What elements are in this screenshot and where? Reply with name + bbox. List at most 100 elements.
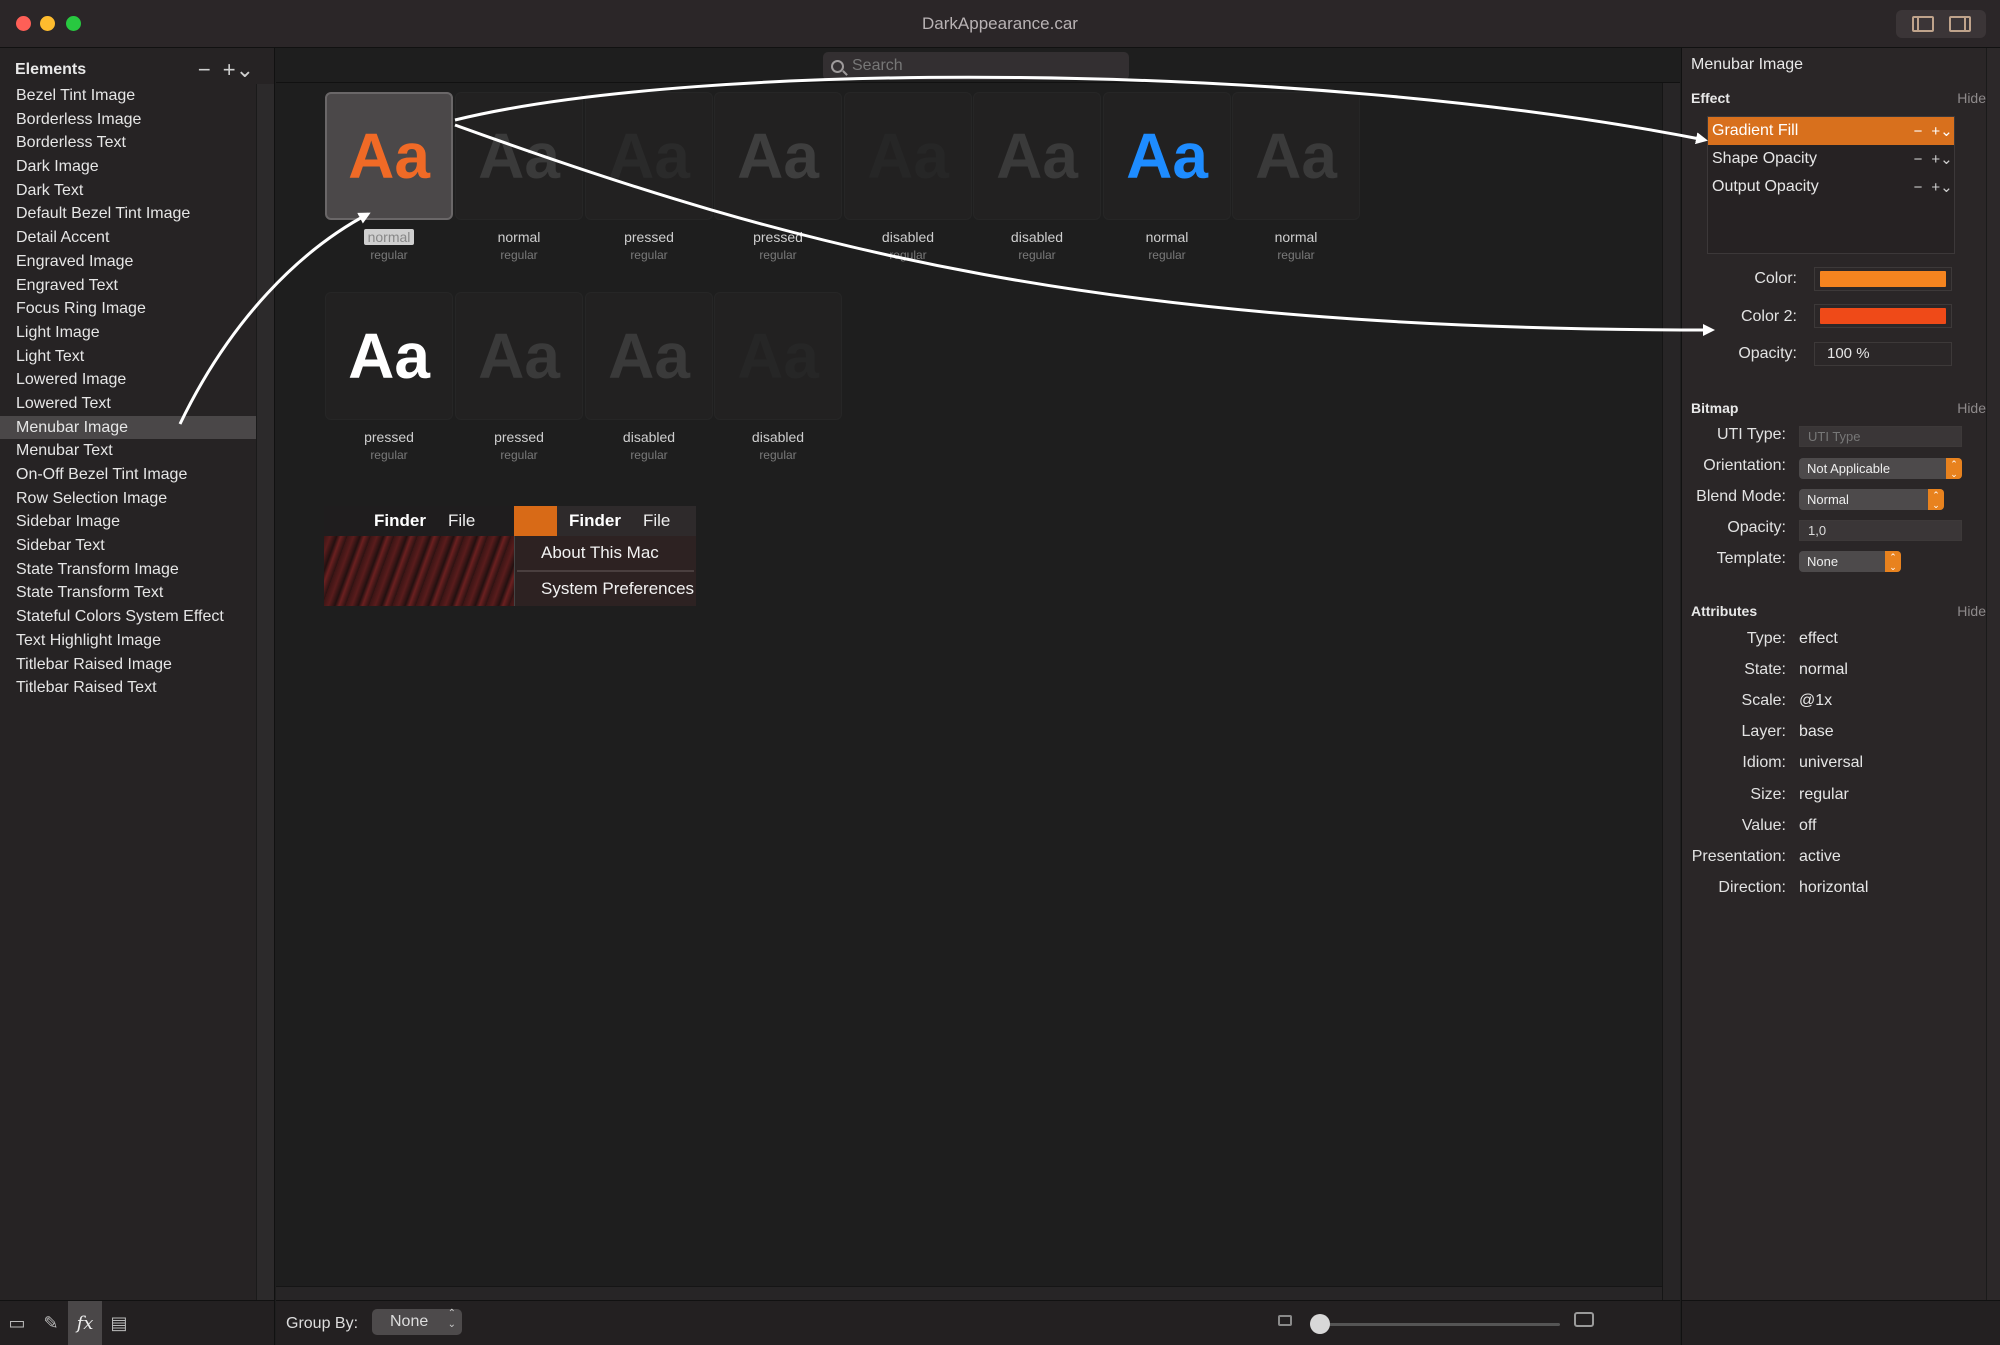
rendition-preview: Aa — [1103, 92, 1231, 220]
menu-item-system-preferences: System Preferences — [541, 579, 695, 598]
sidebar-item[interactable]: Bezel Tint Image — [0, 84, 256, 108]
sidebar-item[interactable]: Text Highlight Image — [0, 629, 256, 653]
effect-list-item[interactable]: Shape Opacity − +⌄ — [1708, 145, 1954, 173]
effect-opacity-field[interactable]: 100 % — [1814, 342, 1952, 366]
rendition-preview: Aa — [325, 292, 453, 420]
color-well[interactable] — [1814, 267, 1952, 291]
rendition-tile[interactable]: Aa pressed regular — [582, 92, 716, 264]
attributes-hide-button[interactable]: Hide — [1957, 603, 1986, 619]
effect-list-item[interactable]: Output Opacity − +⌄ — [1708, 173, 1954, 201]
rendition-tile[interactable]: Aa disabled regular — [970, 92, 1104, 264]
attribute-value: base — [1799, 723, 1834, 741]
sidebar-item[interactable]: Detail Accent — [0, 226, 256, 250]
main-horizontal-scrollbar[interactable] — [276, 1286, 1662, 1300]
uti-type-field[interactable]: UTI Type — [1799, 426, 1962, 447]
remove-effect-icon[interactable]: − — [1906, 179, 1930, 196]
rendition-tile[interactable]: Aa normal regular — [452, 92, 586, 264]
sidebar-item[interactable]: Stateful Colors System Effect — [0, 605, 256, 629]
rendition-state: normal — [497, 229, 541, 245]
sidebar-item[interactable]: Borderless Image — [0, 108, 256, 132]
rendition-tile[interactable]: Aa pressed regular — [711, 92, 845, 264]
toggle-right-panel-icon[interactable] — [1948, 16, 1971, 32]
effect-list-item[interactable]: Gradient Fill − +⌄ — [1708, 117, 1954, 145]
toggle-left-panel-icon[interactable] — [1911, 16, 1934, 32]
menubar-file-2: File — [642, 511, 671, 530]
effect-fx-icon[interactable]: fx — [68, 1300, 102, 1345]
remove-element-button[interactable]: − — [198, 57, 211, 83]
remove-effect-icon[interactable]: − — [1906, 123, 1930, 140]
add-element-button[interactable]: +⌄ — [223, 57, 254, 83]
effect-hide-button[interactable]: Hide — [1957, 90, 1986, 106]
effect-name: Output Opacity — [1712, 178, 1819, 195]
inspector-scrollbar[interactable] — [1986, 48, 2000, 1300]
sidebar-item[interactable]: Borderless Text — [0, 131, 256, 155]
sidebar-item[interactable]: Menubar Text — [0, 439, 256, 463]
sidebar-item[interactable]: Light Text — [0, 345, 256, 369]
search-field[interactable]: Search — [823, 52, 1129, 80]
group-by-select[interactable]: None — [372, 1308, 462, 1335]
rendition-size-label: regular — [759, 448, 797, 462]
rendition-state: disabled — [881, 229, 935, 245]
bitmap-hide-button[interactable]: Hide — [1957, 400, 1986, 416]
attribute-value: active — [1799, 847, 1841, 865]
panel-toggle-group — [1896, 10, 1986, 38]
zoom-slider[interactable] — [1310, 1323, 1560, 1326]
sidebar-item[interactable]: Sidebar Text — [0, 534, 256, 558]
rendition-tile[interactable]: Aa normal regular — [1100, 92, 1234, 264]
image-icon[interactable]: ▭ — [0, 1301, 34, 1345]
sidebar-item[interactable]: Engraved Image — [0, 250, 256, 274]
sidebar-item[interactable]: Light Image — [0, 321, 256, 345]
sidebar-item[interactable]: Lowered Image — [0, 368, 256, 392]
rendition-state-label: normal — [1229, 228, 1363, 246]
sidebar-item[interactable]: Dark Image — [0, 155, 256, 179]
sidebar-item[interactable]: Titlebar Raised Image — [0, 653, 256, 677]
color2-label: Color 2: — [1740, 308, 1797, 325]
rendition-tile[interactable]: Aa disabled regular — [841, 92, 975, 264]
sidebar-item[interactable]: Lowered Text — [0, 392, 256, 416]
sidebar-item[interactable]: Sidebar Image — [0, 510, 256, 534]
rendition-state: disabled — [751, 429, 805, 445]
sidebar-item[interactable]: Row Selection Image — [0, 487, 256, 511]
bitmap-opacity-field[interactable]: 1,0 — [1799, 520, 1962, 541]
rendition-tile[interactable]: Aa normal regular — [1229, 92, 1363, 264]
remove-effect-icon[interactable]: − — [1906, 151, 1930, 168]
rendition-tile[interactable]: Aa pressed regular — [452, 292, 586, 464]
sidebar-item[interactable]: State Transform Text — [0, 581, 256, 605]
folder-icon[interactable]: ▤ — [102, 1301, 136, 1345]
attribute-value: normal — [1799, 661, 1848, 679]
sidebar-item[interactable]: Focus Ring Image — [0, 297, 256, 321]
color2-well[interactable] — [1814, 304, 1952, 328]
template-popup[interactable]: None ⌃ ⌄ — [1799, 551, 1901, 572]
orientation-popup[interactable]: Not Applicable ⌃ ⌄ — [1799, 458, 1962, 479]
add-effect-icon[interactable]: +⌄ — [1930, 178, 1954, 196]
sidebar-item[interactable]: On-Off Bezel Tint Image — [0, 463, 256, 487]
rendition-tile[interactable]: Aa disabled regular — [711, 292, 845, 464]
blend-mode-label: Blend Mode: — [1696, 488, 1786, 505]
blend-mode-popup[interactable]: Normal ⌃ ⌄ — [1799, 489, 1944, 510]
sidebar-item[interactable]: Titlebar Raised Text — [0, 676, 256, 700]
sidebar-item[interactable]: State Transform Image — [0, 558, 256, 582]
attribute-label: Value: — [1741, 816, 1786, 834]
main-vertical-scrollbar[interactable] — [1662, 83, 1680, 1300]
attribute-label: Scale: — [1741, 692, 1786, 710]
sidebar-scrollbar[interactable] — [256, 84, 274, 1300]
sidebar-item[interactable]: Menubar Image — [0, 415, 256, 440]
color-label: Color: — [1754, 270, 1797, 287]
attribute-value: @1x — [1799, 692, 1833, 710]
uti-type-label: UTI Type: — [1716, 426, 1786, 443]
add-effect-icon[interactable]: +⌄ — [1930, 150, 1954, 168]
add-effect-icon[interactable]: +⌄ — [1930, 122, 1954, 140]
sidebar-item[interactable]: Default Bezel Tint Image — [0, 202, 256, 226]
effect-header-label: Effect — [1691, 90, 1730, 106]
rendition-tile[interactable]: Aa pressed regular — [322, 292, 456, 464]
main-canvas: Search Aa normal regular Aa normal regular Aa p… — [276, 48, 1680, 1300]
sidebar-item[interactable]: Dark Text — [0, 179, 256, 203]
rendition-tile[interactable]: Aa disabled regular — [582, 292, 716, 464]
zoom-slider-knob[interactable] — [1310, 1314, 1330, 1334]
rendition-tile[interactable]: Aa normal regular — [322, 92, 456, 264]
menubar-app-name-2: Finder — [569, 511, 621, 530]
eyedropper-icon[interactable]: ✎ — [34, 1301, 68, 1345]
sidebar-item[interactable]: Engraved Text — [0, 274, 256, 298]
rendition-state-label: pressed — [322, 428, 456, 446]
elements-list: Bezel Tint Image Borderless Image Borderle… — [0, 84, 256, 700]
